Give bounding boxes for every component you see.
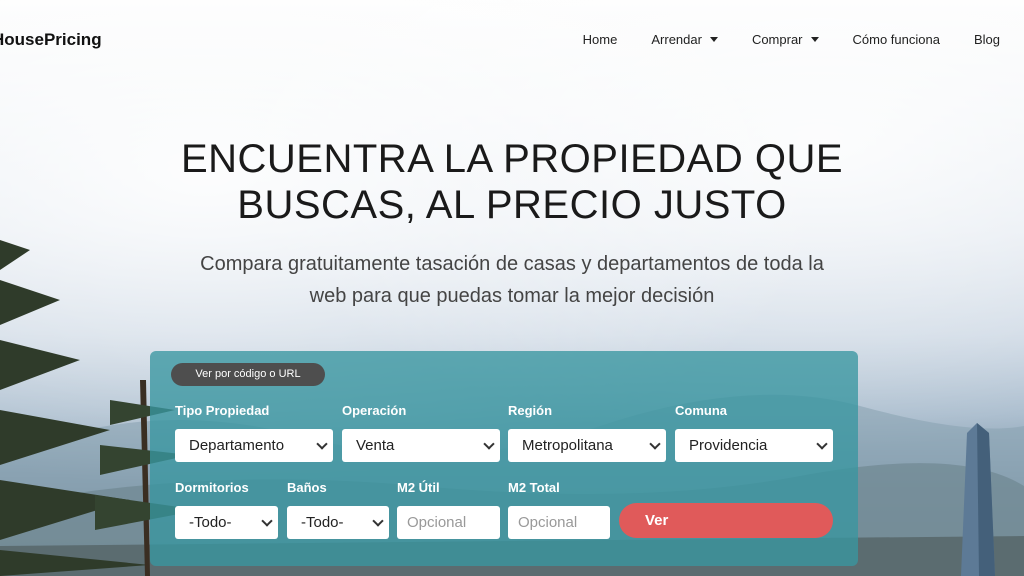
dormitorios-select[interactable]: -Todo- (175, 506, 278, 539)
region-label: Región (508, 403, 553, 418)
hero-title: ENCUENTRA LA PROPIEDAD QUE BUSCAS, AL PR… (152, 136, 872, 228)
nav-blog[interactable]: Blog (974, 32, 1000, 47)
operacion-label: Operación (342, 403, 407, 418)
nav-comprar-label: Comprar (751, 32, 803, 47)
hero-subtitle-line-1: Compara gratuitamente tasación de casas … (200, 253, 824, 275)
hero-title-line-2: BUSCAS, AL PRECIO JUSTO (237, 183, 787, 227)
m2-util-input[interactable]: Opcional (397, 506, 500, 539)
search-by-code-button[interactable]: Ver por código o URL (171, 363, 325, 386)
hero-title-line-1: ENCUENTRA LA PROPIEDAD QUE (180, 137, 844, 181)
chevron-down-icon (483, 438, 495, 450)
nav-arrendar[interactable]: Arrendar (651, 32, 718, 47)
chevron-down-icon (816, 438, 828, 450)
operacion-select[interactable]: Venta (342, 429, 500, 462)
tipo-propiedad-value: Departamento (189, 437, 285, 454)
hero-subtitle-line-2: web para que puedas tomar la mejor decis… (309, 285, 715, 307)
region-value: Metropolitana (522, 437, 613, 454)
hero-subtitle: Compara gratuitamente tasación de casas … (172, 248, 852, 312)
dormitorios-label: Dormitorios (175, 480, 249, 495)
nav-como-funciona[interactable]: Cómo funciona (853, 32, 940, 47)
tipo-propiedad-select[interactable]: Departamento (175, 429, 333, 462)
banos-select[interactable]: -Todo- (287, 506, 389, 539)
region-select[interactable]: Metropolitana (508, 429, 666, 462)
nav-arrendar-label: Arrendar (651, 32, 702, 47)
search-panel: Ver por código o URL Tipo Propiedad Depa… (150, 351, 858, 566)
m2-total-input[interactable]: Opcional (508, 506, 610, 539)
site-logo[interactable]: HousePricing (0, 30, 102, 50)
tipo-propiedad-label: Tipo Propiedad (175, 403, 270, 418)
m2-util-label: M2 Útil (397, 480, 440, 495)
chevron-down-icon (372, 515, 384, 527)
nav-home[interactable]: Home (583, 32, 618, 47)
chevron-down-icon (261, 515, 273, 527)
comuna-label: Comuna (675, 403, 727, 418)
tower-building-image (961, 423, 995, 576)
ver-submit-button[interactable]: Ver (619, 503, 833, 538)
caret-down-icon (709, 37, 718, 42)
chevron-down-icon (649, 438, 661, 450)
nav-home-label: Home (582, 32, 618, 47)
comuna-select[interactable]: Providencia (675, 429, 833, 462)
main-nav: Home Arrendar Comprar Cómo funciona Blog (549, 32, 1000, 47)
operacion-value: Venta (356, 437, 395, 454)
nav-comprar[interactable]: Comprar (752, 32, 819, 47)
nav-blog-label: Blog (973, 32, 1000, 47)
banos-value: -Todo- (301, 514, 344, 531)
banos-label: Baños (287, 480, 327, 495)
comuna-value: Providencia (689, 437, 768, 454)
caret-down-icon (810, 37, 819, 42)
dormitorios-value: -Todo- (189, 514, 232, 531)
nav-como-label: Cómo funciona (852, 32, 940, 47)
chevron-down-icon (316, 438, 328, 450)
m2-total-label: M2 Total (508, 480, 560, 495)
